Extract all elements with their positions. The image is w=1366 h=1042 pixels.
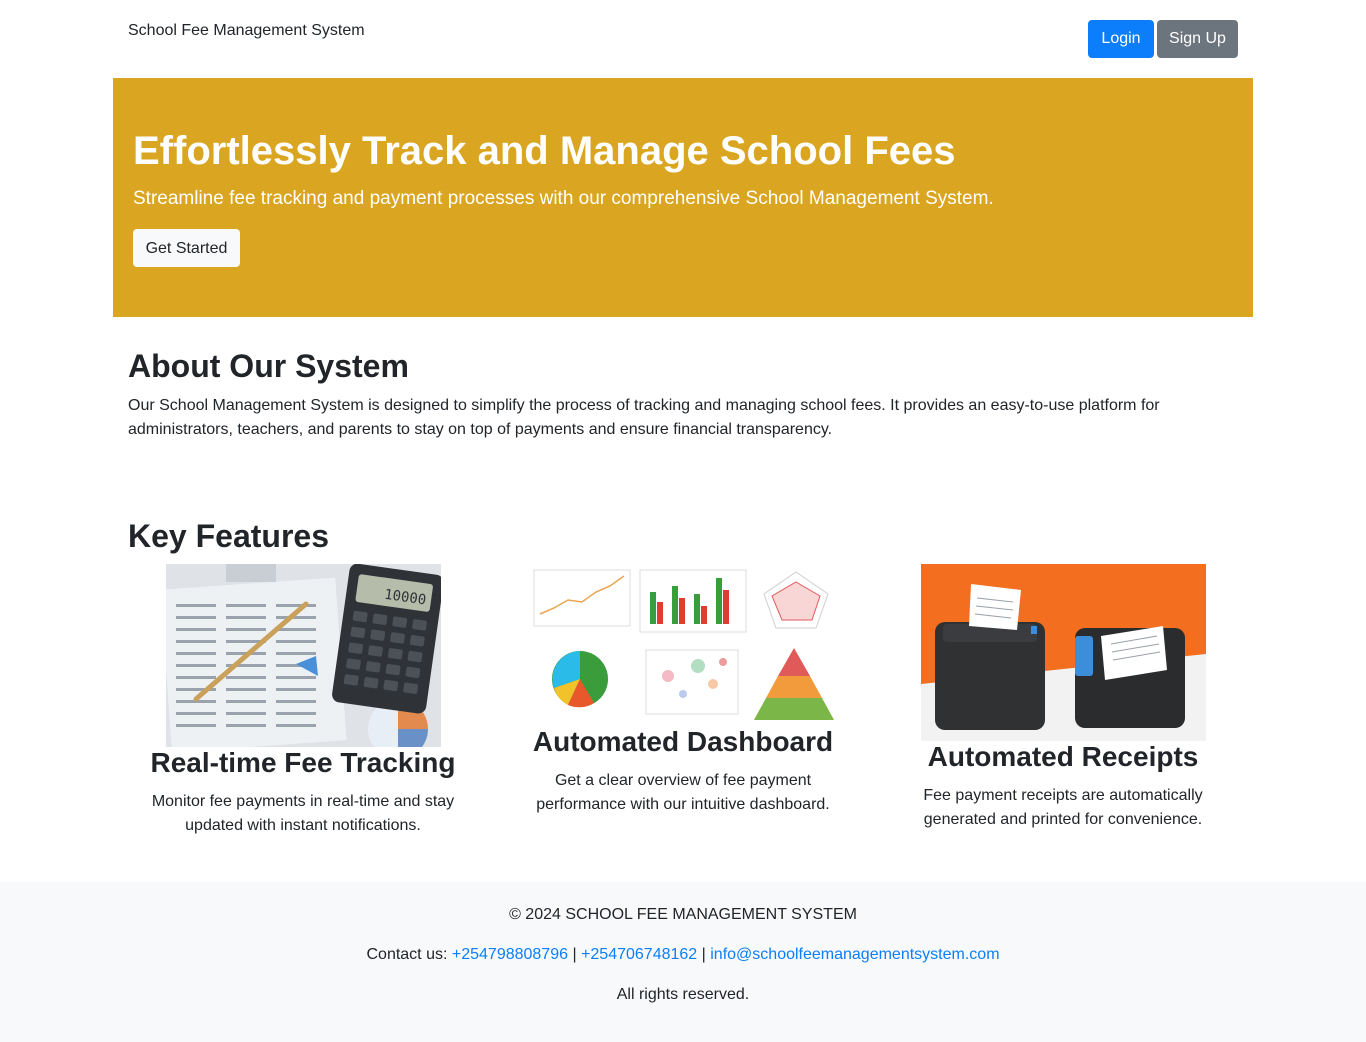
calculator-image: 10000 — [166, 564, 441, 747]
receipt-printer-image — [921, 564, 1206, 741]
feature-title: Automated Dashboard — [532, 726, 834, 757]
hero-banner: Effortlessly Track and Manage School Fee… — [113, 78, 1253, 317]
get-started-button[interactable]: Get Started — [133, 229, 240, 267]
brand-link[interactable]: School Fee Management System — [128, 22, 365, 40]
about-text: Our School Management System is designed… — [128, 397, 1160, 438]
feature-text: Monitor fee payments in real-time and st… — [151, 793, 455, 834]
footer-contact: Contact us: +254798808796 | +25470674816… — [0, 946, 1366, 964]
separator: | — [572, 946, 577, 963]
signup-button[interactable]: Sign Up — [1157, 20, 1238, 58]
feature-card-automated-receipts: Automated Receipts Fee payment receipts … — [888, 741, 1238, 832]
hero-title: Effortlessly Track and Manage School Fee… — [133, 129, 956, 173]
feature-text: Fee payment receipts are automatically g… — [923, 787, 1203, 828]
separator: | — [701, 946, 706, 963]
feature-title: Automated Receipts — [927, 741, 1199, 772]
feature-card-automated-dashboard: Automated Dashboard Get a clear overview… — [508, 726, 858, 817]
footer-rights: All rights reserved. — [616, 986, 750, 1003]
hero-subtitle: Streamline fee tracking and payment proc… — [133, 188, 994, 209]
footer: © 2024 SCHOOL FEE MANAGEMENT SYSTEM Cont… — [0, 882, 1366, 1042]
contact-prefix: Contact us: — [366, 946, 448, 963]
login-button[interactable]: Login — [1088, 20, 1154, 58]
navbar: School Fee Management System Login Sign … — [0, 0, 1366, 78]
email-link[interactable]: info@schoolfeemanagementsystem.com — [710, 946, 999, 963]
feature-title: Real-time Fee Tracking — [150, 747, 456, 778]
feature-card-real-time-tracking: Real-time Fee Tracking Monitor fee payme… — [128, 747, 478, 838]
features-title: Key Features — [128, 518, 329, 554]
footer-copyright: © 2024 SCHOOL FEE MANAGEMENT SYSTEM — [509, 906, 857, 923]
phone-link-1[interactable]: +254798808796 — [452, 946, 568, 963]
phone-link-2[interactable]: +254706748162 — [581, 946, 697, 963]
feature-text: Get a clear overview of fee payment perf… — [536, 772, 830, 813]
about-title: About Our System — [128, 348, 409, 384]
dashboard-charts-image — [528, 564, 838, 722]
